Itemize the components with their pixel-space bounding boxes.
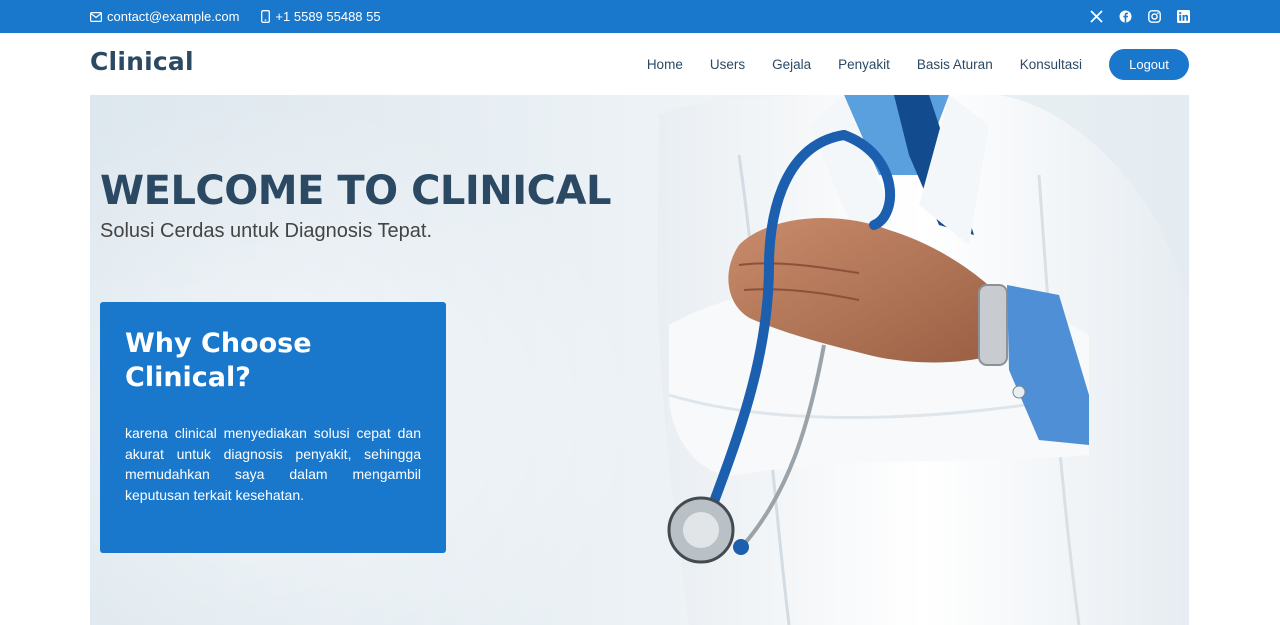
email-text: contact@example.com xyxy=(107,9,240,24)
site-logo[interactable]: Clinical xyxy=(90,47,194,76)
phone-text: +1 5589 55488 55 xyxy=(275,9,381,24)
nav-home[interactable]: Home xyxy=(647,57,683,72)
hero-title: WELCOME TO CLINICAL xyxy=(100,168,611,214)
contact-info: contact@example.com +1 5589 55488 55 xyxy=(90,0,403,33)
social-links xyxy=(1074,0,1190,33)
nav-users[interactable]: Users xyxy=(710,57,745,72)
doctor-image xyxy=(657,95,1189,625)
nav-konsultasi[interactable]: Konsultasi xyxy=(1020,57,1082,72)
main-nav: Home Users Gejala Penyakit Basis Aturan … xyxy=(647,48,1189,80)
why-choose-box: Why Choose Clinical? karena clinical men… xyxy=(100,302,446,553)
linkedin-icon[interactable] xyxy=(1176,10,1190,24)
facebook-icon[interactable] xyxy=(1118,10,1132,24)
hero-section: WELCOME TO CLINICAL Solusi Cerdas untuk … xyxy=(90,95,1189,625)
nav-basis-aturan[interactable]: Basis Aturan xyxy=(917,57,993,72)
nav-gejala[interactable]: Gejala xyxy=(772,57,811,72)
why-choose-title: Why Choose Clinical? xyxy=(125,328,312,393)
phone-icon xyxy=(261,10,271,23)
phone-contact[interactable]: +1 5589 55488 55 xyxy=(261,9,381,24)
logout-button[interactable]: Logout xyxy=(1109,48,1189,80)
nav-penyakit[interactable]: Penyakit xyxy=(838,57,890,72)
instagram-icon[interactable] xyxy=(1147,10,1161,24)
hero-subtitle: Solusi Cerdas untuk Diagnosis Tepat. xyxy=(100,220,433,242)
x-twitter-icon[interactable] xyxy=(1089,10,1103,24)
envelope-icon xyxy=(90,11,102,22)
top-bar: contact@example.com +1 5589 55488 55 xyxy=(0,0,1280,33)
why-choose-text: karena clinical menyediakan solusi cepat… xyxy=(125,425,421,503)
email-contact[interactable]: contact@example.com xyxy=(90,9,239,24)
header: Clinical Home Users Gejala Penyakit Basi… xyxy=(0,33,1280,95)
